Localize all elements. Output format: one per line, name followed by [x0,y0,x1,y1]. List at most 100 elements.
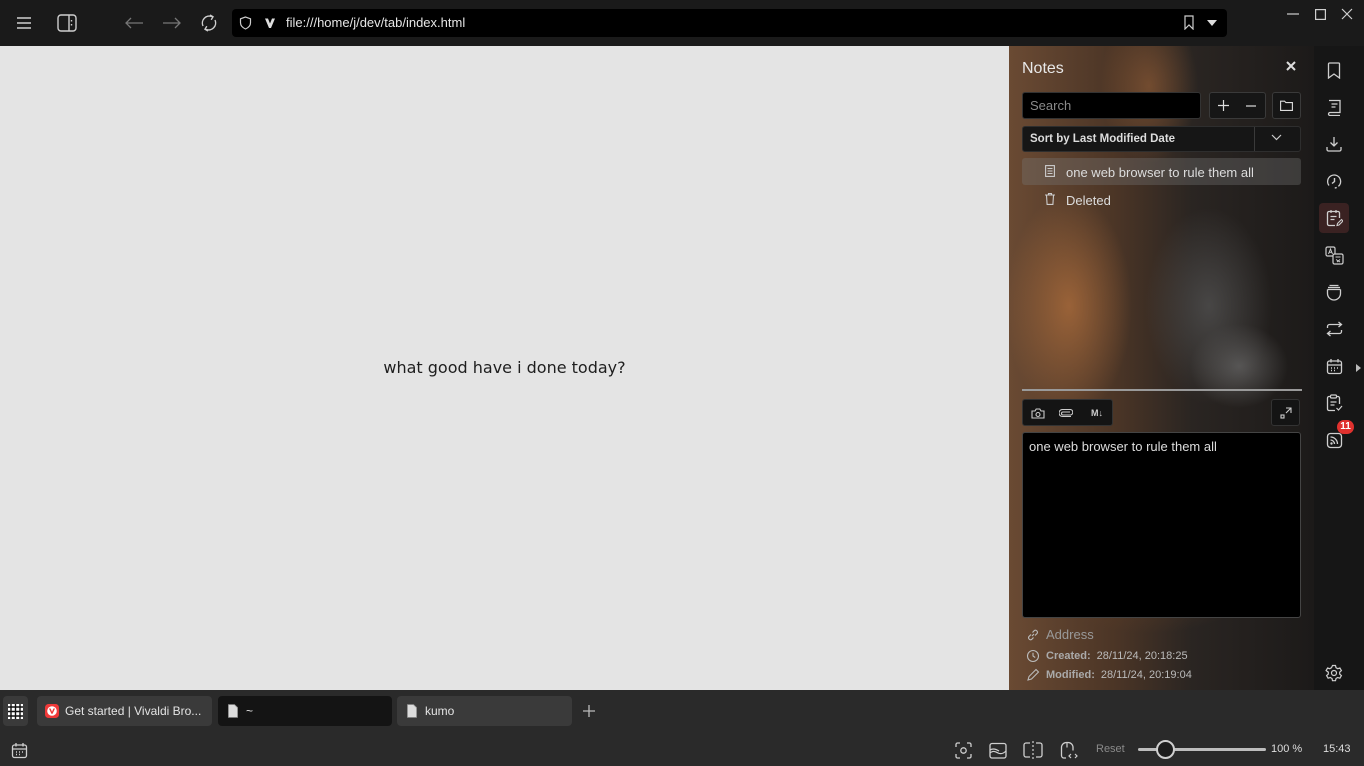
close-icon [1286,61,1296,71]
caret-down-icon[interactable] [1207,20,1217,26]
modified-label: Modified: [1046,669,1095,681]
page-actions-button[interactable] [1059,740,1079,760]
page-actions-icon [1060,741,1078,759]
calendar-icon [1326,358,1342,374]
panel-translate-button[interactable] [1319,240,1349,270]
panel-downloads-button[interactable] [1319,129,1349,159]
created-row: Created: 28/11/24, 20:18:25 [1026,649,1188,663]
back-button[interactable] [119,8,149,38]
workspace-icon [8,703,23,719]
menu-button[interactable] [9,8,39,38]
download-icon [1326,137,1342,152]
chevron-down-icon [1271,134,1282,141]
history-icon [1326,173,1341,189]
link-icon [1028,629,1038,640]
tab-home[interactable]: ~ [218,696,392,726]
file-icon [228,704,238,718]
image-toggle-button[interactable] [988,740,1008,760]
minimize-button[interactable] [1280,6,1306,22]
zoom-level: 100 % [1271,743,1303,755]
panel-calendar-button[interactable] [1319,351,1349,381]
panel-settings-button[interactable] [1319,658,1349,688]
panel-tasks-button[interactable] [1319,388,1349,418]
workspace-button[interactable] [3,696,28,726]
rss-icon [1326,432,1342,448]
add-note-button[interactable] [1210,93,1237,118]
minimize-icon [1287,13,1299,15]
zoom-slider-thumb[interactable] [1156,740,1176,759]
panel-history-button[interactable] [1319,166,1349,196]
screenshot-button[interactable] [1028,405,1048,421]
tab-title: Get started | Vivaldi Bro... [65,704,202,718]
panel-bookmarks-button[interactable] [1319,55,1349,85]
clock-icon [1026,649,1040,663]
plus-icon [1218,100,1229,111]
markdown-button[interactable]: M↓ [1087,405,1107,421]
modified-value: 28/11/24, 20:19:04 [1100,669,1192,681]
editor-toolbar: M↓ [1022,399,1113,426]
calendar-status-button[interactable] [9,740,29,760]
panel-bar: 11 [1314,46,1364,690]
panel-reading-list-button[interactable] [1319,92,1349,122]
trash-icon [1045,193,1055,205]
page-text: what good have i done today? [383,358,626,377]
notes-panel: Notes Sort by Last Modified Date one web… [1009,46,1314,690]
tasks-icon [1326,394,1342,412]
forward-button[interactable] [157,8,187,38]
panel-sync-button[interactable] [1319,314,1349,344]
panel-toggle-button[interactable] [52,8,82,38]
created-value: 28/11/24, 20:18:25 [1096,650,1188,662]
zoom-reset-button[interactable]: Reset [1096,743,1125,755]
note-editor[interactable] [1022,432,1301,618]
address-toolbar: file:///home/j/dev/tab/index.html [0,0,1364,46]
delete-note-button[interactable] [1237,93,1264,118]
panel-feeds-button[interactable]: 11 [1319,420,1354,455]
note-icon [1045,165,1055,177]
note-list-item[interactable]: one web browser to rule them all [1022,158,1301,185]
panel-title: Notes [1022,60,1064,77]
web-page-content: what good have i done today? [0,46,1009,690]
capture-button[interactable] [953,740,973,760]
calendar-icon [11,742,27,758]
panel-splitter[interactable] [1022,389,1302,391]
close-panel-button[interactable] [1285,60,1299,74]
attach-button[interactable] [1056,405,1076,421]
expand-panel-arrow[interactable] [1356,364,1361,372]
tab-title: kumo [425,704,455,718]
deleted-folder-item[interactable]: Deleted [1022,186,1301,213]
tab-title: ~ [246,704,254,718]
expand-editor-button[interactable] [1271,399,1300,426]
note-title: one web browser to rule them all [1066,165,1254,180]
modified-row: Modified: 28/11/24, 20:19:04 [1026,668,1192,682]
folder-group [1272,92,1301,119]
bookmark-icon [1327,61,1341,79]
minus-icon [1245,104,1256,107]
new-folder-button[interactable] [1273,93,1300,118]
shield-icon[interactable] [239,16,252,30]
bookmark-icon[interactable] [1184,15,1194,30]
notes-icon [1326,210,1343,227]
panel-notes-button[interactable] [1319,203,1349,233]
maximize-button[interactable] [1307,6,1333,22]
url-text[interactable]: file:///home/j/dev/tab/index.html [286,15,465,30]
panel-window-button[interactable] [1319,277,1349,307]
feeds-badge: 11 [1337,420,1354,434]
image-icon [989,742,1007,759]
tiling-button[interactable] [1023,740,1043,760]
close-window-button[interactable] [1334,6,1360,22]
reload-button[interactable] [194,8,224,38]
file-icon [407,704,417,718]
notes-search-input[interactable] [1022,92,1201,119]
add-remove-group [1209,92,1266,119]
note-address-field[interactable]: Address [1026,627,1094,642]
tab-get-started[interactable]: Get started | Vivaldi Bro... [37,696,212,726]
tab-kumo[interactable]: kumo [397,696,572,726]
zoom-slider[interactable] [1138,740,1266,759]
expand-icon [1279,406,1292,419]
address-bar[interactable]: file:///home/j/dev/tab/index.html [232,9,1227,37]
menu-icon [17,17,31,29]
status-bar: Reset 100 % 15:43 [0,732,1364,766]
new-tab-button[interactable] [578,700,600,722]
plus-icon [583,705,595,717]
sort-dropdown[interactable]: Sort by Last Modified Date [1022,126,1301,152]
